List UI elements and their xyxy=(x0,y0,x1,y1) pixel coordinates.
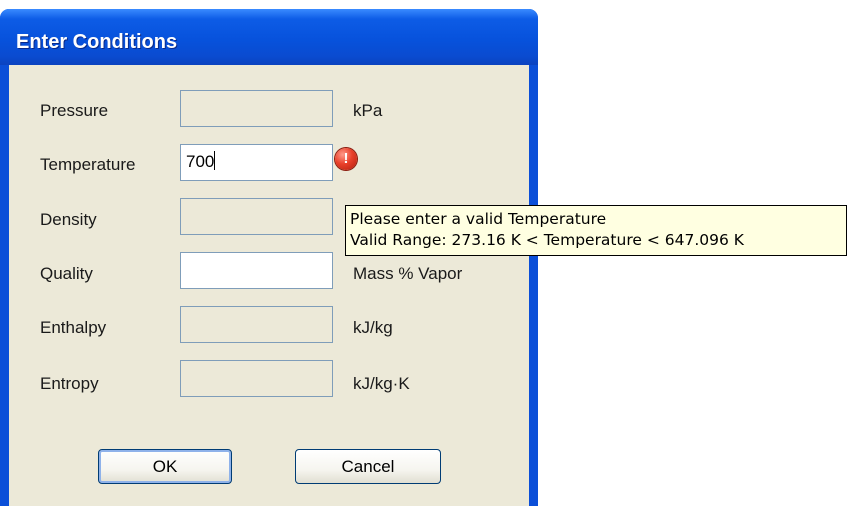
quality-label: Quality xyxy=(40,264,93,283)
temperature-input[interactable]: 700 xyxy=(180,144,333,181)
validation-tooltip: Please enter a valid Temperature Valid R… xyxy=(345,205,847,256)
dialog-title: Enter Conditions xyxy=(16,31,178,53)
entropy-input[interactable] xyxy=(180,360,333,397)
temperature-label: Temperature xyxy=(40,155,136,174)
title-bar[interactable]: Enter Conditions xyxy=(0,9,538,65)
dialog-window: Enter Conditions Pressure kPa Temperatur… xyxy=(0,9,538,506)
quality-input[interactable] xyxy=(180,252,333,289)
pressure-label: Pressure xyxy=(40,101,109,120)
exclamation-error-icon[interactable]: ! xyxy=(335,148,357,170)
enthalpy-label: Enthalpy xyxy=(40,318,107,337)
enthalpy-input[interactable] xyxy=(180,306,333,343)
temperature-value: 700 xyxy=(186,152,215,171)
entropy-label: Entropy xyxy=(40,374,99,393)
density-label: Density xyxy=(40,210,97,229)
density-input[interactable] xyxy=(180,198,333,235)
pressure-input[interactable] xyxy=(180,90,333,127)
tooltip-message: Please enter a valid Temperature xyxy=(350,210,607,228)
tooltip-valid-range: Valid Range: 273.16 K < Temperature < 64… xyxy=(350,231,744,249)
enthalpy-unit: kJ/kg xyxy=(353,318,393,337)
quality-unit: Mass % Vapor xyxy=(353,264,463,283)
entropy-unit: kJ/kg·K xyxy=(353,374,410,393)
pressure-unit: kPa xyxy=(353,101,383,120)
text-caret xyxy=(214,151,216,170)
ok-button[interactable]: OK xyxy=(98,449,232,484)
cancel-button[interactable]: Cancel xyxy=(295,449,441,484)
dialog-body: Pressure kPa Temperature 700 Density Qua… xyxy=(9,65,529,506)
